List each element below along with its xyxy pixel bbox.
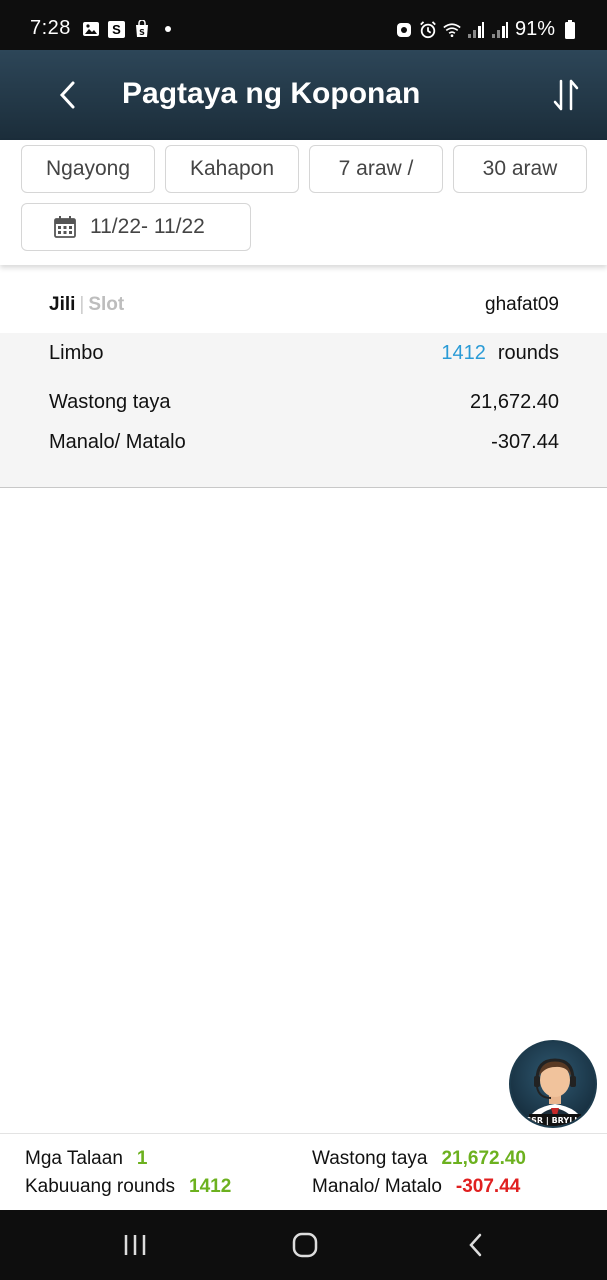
home-button[interactable] (285, 1230, 325, 1260)
summary-win-loss: Manalo/ Matalo -307.44 (312, 1176, 520, 1198)
vpn-icon (395, 21, 413, 39)
date-filter-bar: Ngayong Kahapon 7 araw / 30 araw 11/22- … (0, 140, 607, 265)
battery-percent: 91% (514, 18, 555, 40)
total-rounds-value: 1412 (189, 1176, 232, 1197)
home-icon (292, 1232, 318, 1258)
username: ghafat09 (485, 294, 559, 315)
back-icon (469, 1233, 482, 1257)
bet-record-card[interactable]: Jili | Slot ghafat09 Limbo 1412 rounds Wast… (0, 277, 607, 488)
image-icon (82, 20, 100, 38)
provider-label: Jili | Slot (49, 294, 124, 316)
chevron-left-icon (59, 81, 75, 109)
shop-icon: S (133, 20, 151, 38)
rounds-count: 1412 (441, 342, 486, 364)
calendar-icon (54, 216, 76, 238)
s-app-icon: S (108, 20, 125, 38)
records-label: Mga Talaan (25, 1148, 123, 1169)
recent-apps-button[interactable] (115, 1230, 155, 1260)
rounds-info: 1412 rounds (441, 342, 559, 365)
date-range-text: 11/22- 11/22 (90, 215, 205, 238)
win-loss-row: Manalo/ Matalo -307.44 (49, 431, 559, 454)
summary-win-loss-label: Manalo/ Matalo (312, 1176, 442, 1197)
summary-valid-bet-label: Wastong taya (312, 1148, 428, 1169)
records-value: 1 (136, 1148, 148, 1169)
summary-records: Mga Talaan 1 (25, 1148, 147, 1170)
back-button[interactable] (50, 78, 84, 112)
summary-win-loss-value: -307.44 (455, 1176, 521, 1197)
provider-separator: | (79, 294, 85, 315)
status-time: 7:28 (30, 17, 71, 39)
game-name: Limbo (49, 342, 104, 364)
total-rounds-label: Kabuuang rounds (25, 1176, 176, 1197)
summary-total-rounds: Kabuuang rounds 1412 (25, 1176, 231, 1198)
summary-valid-bet-value: 21,672.40 (441, 1148, 526, 1169)
status-icons-left: S S (82, 20, 171, 38)
recent-apps-icon (124, 1235, 146, 1255)
win-loss-value: -307.44 (491, 431, 559, 453)
summary-bar: Mga Talaan 1 Kabuuang rounds 1412 Wastong … (0, 1133, 607, 1210)
status-icons-right: 91% (395, 18, 579, 41)
system-nav-bar (0, 1210, 607, 1280)
customer-support-button[interactable]: CSR | BRYLLE (509, 1040, 597, 1128)
filter-30-days[interactable]: 30 araw (453, 145, 587, 193)
summary-valid-bet: Wastong taya 21,672.40 (312, 1148, 526, 1170)
filter-today[interactable]: Ngayong (21, 145, 155, 193)
rounds-label: rounds (497, 342, 559, 364)
signal-icon (491, 21, 509, 39)
sort-arrows-icon (553, 79, 579, 111)
signal-icon (467, 21, 485, 39)
date-range-picker[interactable]: 11/22- 11/22 (21, 203, 251, 251)
valid-bet-value: 21,672.40 (470, 391, 559, 413)
page-title: Pagtaya ng Koponan (122, 77, 421, 110)
system-back-button[interactable] (455, 1230, 495, 1260)
support-agent-avatar: CSR | BRYLLE (525, 1058, 585, 1126)
provider-name: Jili (49, 294, 76, 315)
battery-icon (561, 19, 579, 39)
valid-bet-label: Wastong taya (49, 391, 171, 413)
game-row: Limbo 1412 rounds (49, 342, 559, 365)
filter-7-days[interactable]: 7 araw / (309, 145, 443, 193)
valid-bet-row: Wastong taya 21,672.40 (49, 391, 559, 414)
record-header: Jili | Slot ghafat09 (0, 277, 607, 333)
win-loss-label: Manalo/ Matalo (49, 431, 186, 453)
game-category: Slot (88, 294, 125, 315)
sort-button[interactable] (551, 76, 581, 114)
filter-yesterday[interactable]: Kahapon (165, 145, 299, 193)
status-bar: 7:28 S S 91% (0, 0, 607, 50)
notification-dot (165, 26, 171, 32)
svg-text:S: S (139, 28, 145, 37)
alarm-icon (419, 20, 437, 39)
app-header: Pagtaya ng Koponan (0, 50, 607, 140)
wifi-icon (443, 21, 461, 39)
support-badge-text: CSR | BRYLLE (525, 1116, 585, 1125)
